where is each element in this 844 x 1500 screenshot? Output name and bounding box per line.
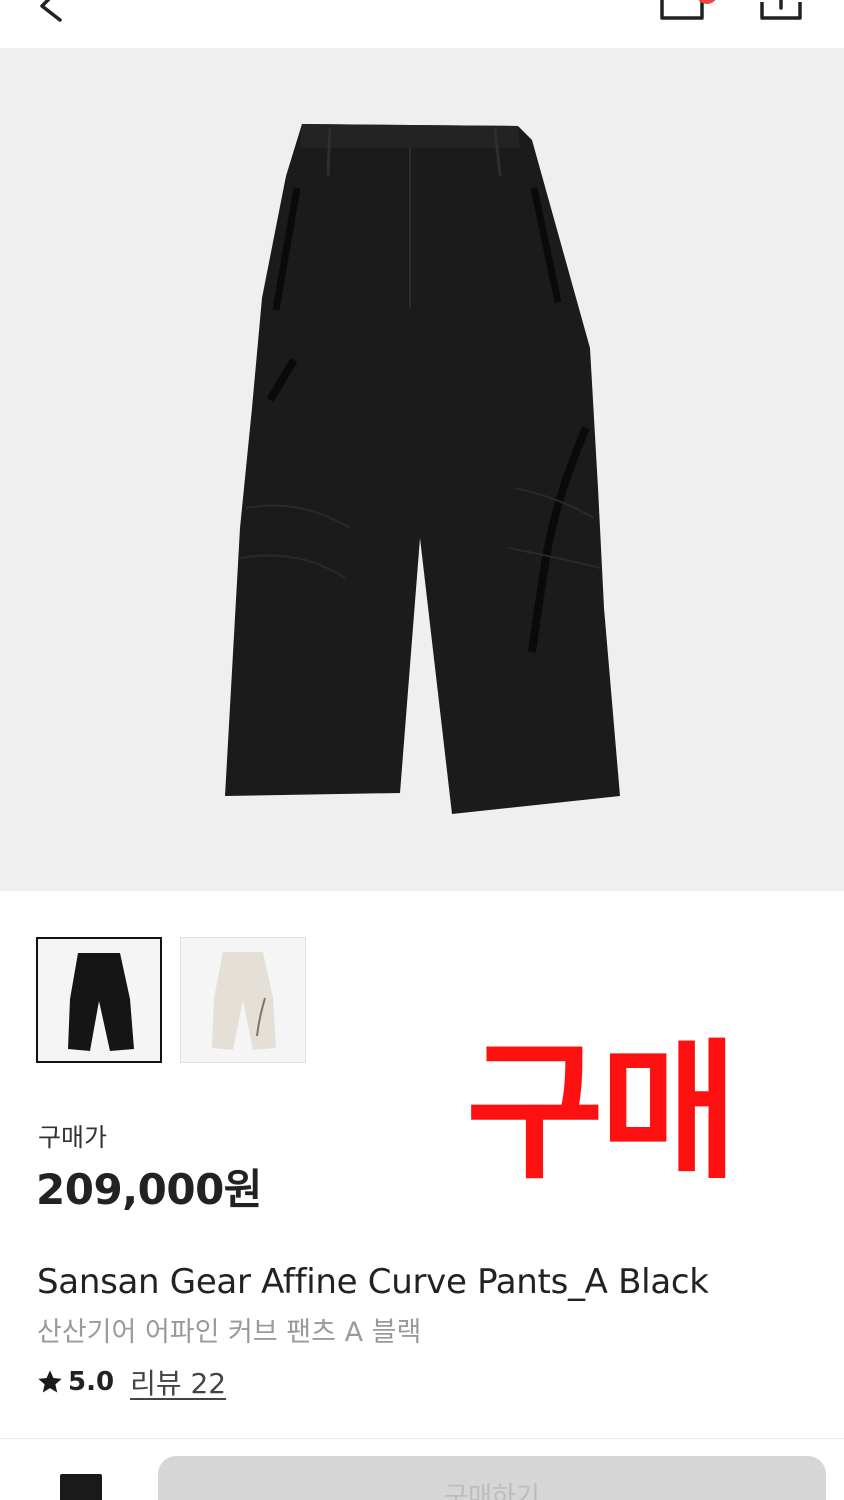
buy-button[interactable]: 구매하기 [158, 1456, 826, 1500]
share-icon [760, 0, 802, 20]
product-main-image[interactable] [0, 48, 844, 891]
pants-thumbnail-ivory [212, 952, 276, 1050]
overlay-buy-text: 구매 [466, 1026, 738, 1200]
back-button[interactable] [30, 0, 74, 24]
share-button[interactable] [758, 0, 804, 22]
rating-row: 5.0 리뷰 22 [36, 1364, 226, 1400]
chevron-left-icon [40, 0, 62, 22]
pants-illustration [225, 124, 620, 814]
star-icon [38, 1370, 62, 1393]
thumbnail-ivory[interactable] [180, 937, 306, 1063]
shopping-bag-icon [660, 0, 704, 20]
price-label: 구매가 [38, 1123, 108, 1152]
review-link[interactable]: 리뷰 22 [130, 1362, 226, 1402]
cart-button[interactable] [656, 0, 708, 22]
pants-thumbnail-black [68, 953, 134, 1051]
rating-value: 5.0 [68, 1367, 115, 1397]
thumbnail-black[interactable] [36, 937, 162, 1063]
buy-button-label: 구매하기 [444, 1481, 540, 1500]
product-name-kr: 산산기어 어파인 커브 팬츠 A 블랙 [37, 1317, 422, 1348]
product-price: 209,000원 [36, 1165, 262, 1214]
bookmark-icon[interactable] [60, 1474, 102, 1500]
product-name-en: Sansan Gear Affine Curve Pants_A Black [37, 1262, 709, 1302]
top-bar [0, 0, 844, 48]
